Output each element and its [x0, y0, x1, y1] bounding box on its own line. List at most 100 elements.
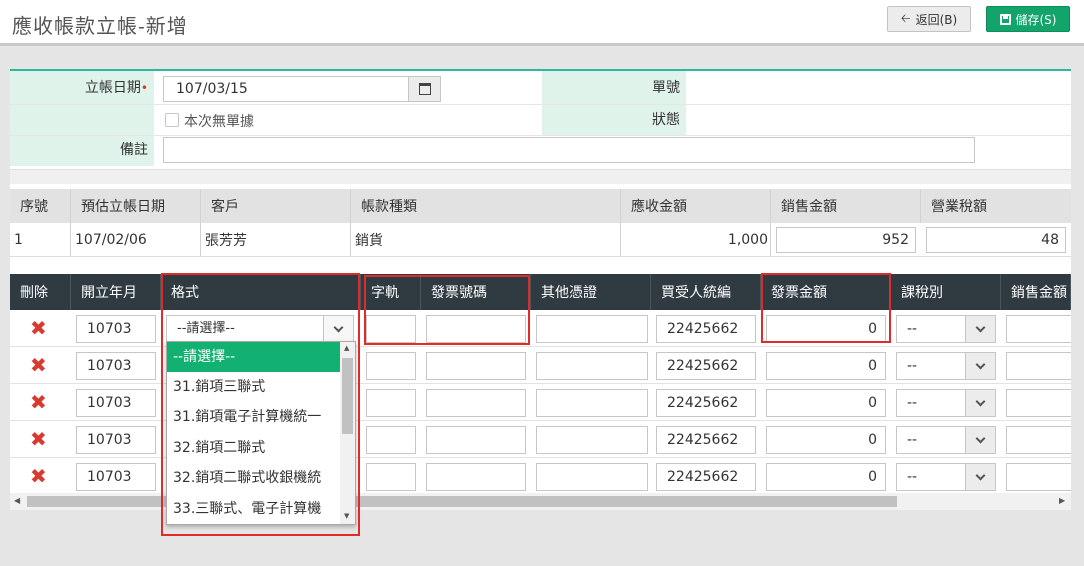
tax-type-toggle[interactable] [965, 390, 995, 416]
invoice-amount-input[interactable]: 0 [766, 352, 886, 380]
other-voucher-input[interactable] [536, 315, 648, 343]
no-doc-checkbox-label: 本次無單據 [184, 114, 254, 130]
tax-type-value: -- [907, 395, 918, 411]
tax-type-select[interactable]: -- [896, 463, 996, 491]
tax-type-toggle[interactable] [965, 353, 995, 379]
other-voucher-input[interactable] [536, 426, 648, 454]
page-title: 應收帳款立帳-新增 [12, 14, 188, 38]
track-input[interactable] [366, 389, 416, 417]
sales-amount-input[interactable] [1006, 463, 1071, 491]
col-other-voucher: 其他憑證 [531, 274, 651, 310]
col-track: 字軌 [361, 274, 421, 310]
delete-icon[interactable]: ✖ [30, 392, 47, 412]
delete-icon[interactable]: ✖ [30, 429, 47, 449]
col-month: 開立年月 [71, 274, 161, 310]
date-field[interactable]: 107/03/15 [163, 76, 441, 102]
date-label: 立帳日期 [84, 80, 141, 96]
invoice-no-input[interactable] [426, 352, 526, 380]
track-input[interactable] [366, 463, 416, 491]
delete-icon[interactable]: ✖ [30, 318, 47, 338]
dropdown-option[interactable]: --請選擇-- [167, 342, 341, 372]
dropdown-option[interactable]: 31.銷項電子計算機統一 [167, 402, 341, 432]
dropdown-scrollbar[interactable]: ▲ ▼ [340, 342, 355, 524]
track-input[interactable] [366, 352, 416, 380]
format-select-toggle[interactable] [323, 316, 353, 342]
no-doc-checkbox[interactable] [165, 113, 179, 127]
scroll-up-icon[interactable]: ▲ [344, 344, 349, 352]
sales-amount-input[interactable] [1006, 389, 1071, 417]
dropdown-option[interactable]: 32.銷項二聯式收銀機統 [167, 463, 341, 493]
invoice-amount-input[interactable]: 0 [766, 463, 886, 491]
chevron-down-icon [975, 470, 986, 480]
dropdown-scrollbar-thumb[interactable] [342, 358, 353, 434]
month-input[interactable]: 10703 [76, 463, 156, 491]
tax-type-select[interactable]: -- [896, 426, 996, 454]
summary-row: 1 107/02/06 張芳芳 銷貨 1,000 952 48 [10, 223, 1071, 257]
invoice-no-input[interactable] [426, 463, 526, 491]
col-delete: 刪除 [10, 274, 71, 310]
scroll-left-icon[interactable]: ◀ [14, 496, 20, 505]
tax-type-toggle[interactable] [965, 427, 995, 453]
top-bar: 應收帳款立帳-新增 🡠 返回(B) 儲存(S) [0, 0, 1084, 46]
save-button-label: 儲存(S) [1015, 12, 1057, 27]
scrollbar-thumb[interactable] [27, 496, 897, 507]
month-input[interactable]: 10703 [76, 352, 156, 380]
other-voucher-input[interactable] [536, 463, 648, 491]
format-select[interactable]: --請選擇-- [166, 315, 354, 343]
sales-amount-input[interactable] [1006, 426, 1071, 454]
form-divider [10, 104, 1071, 105]
tax-type-select[interactable]: -- [896, 389, 996, 417]
buyer-id-input[interactable]: 22425662 [656, 352, 756, 380]
tax-type-toggle[interactable] [965, 464, 995, 490]
other-voucher-input[interactable] [536, 389, 648, 417]
invoice-amount-input[interactable]: 0 [766, 389, 886, 417]
sales-amount-input[interactable]: 952 [776, 227, 916, 253]
sales-amount-input[interactable] [1006, 315, 1071, 343]
required-mark: • [140, 81, 148, 95]
memo-field[interactable] [163, 137, 975, 163]
form-divider [10, 135, 1071, 136]
tax-type-select[interactable]: -- [896, 352, 996, 380]
back-button-label: 返回(B) [915, 12, 958, 27]
buyer-id-input[interactable]: 22425662 [656, 426, 756, 454]
other-voucher-input[interactable] [536, 352, 648, 380]
delete-icon[interactable]: ✖ [30, 355, 47, 375]
track-input[interactable] [366, 426, 416, 454]
month-input[interactable]: 10703 [76, 389, 156, 417]
save-button[interactable]: 儲存(S) [986, 6, 1070, 32]
date-label-cell: 立帳日期• [10, 71, 154, 105]
tax-type-select[interactable]: -- [896, 315, 996, 343]
buyer-id-input[interactable]: 22425662 [656, 315, 756, 343]
scroll-down-icon[interactable]: ▼ [344, 512, 349, 520]
track-input[interactable] [366, 315, 416, 343]
floppy-disk-icon [999, 13, 1011, 25]
tax-type-toggle[interactable] [965, 316, 995, 342]
col-tax-type: 課稅別 [891, 274, 1001, 310]
format-dropdown-list: --請選擇-- 31.銷項三聯式 31.銷項電子計算機統一 32.銷項二聯式 3… [166, 341, 356, 525]
est-date-cell: 107/02/06 [71, 223, 201, 256]
delete-icon[interactable]: ✖ [30, 466, 47, 486]
buyer-id-input[interactable]: 22425662 [656, 389, 756, 417]
dropdown-option[interactable]: 31.銷項三聯式 [167, 372, 341, 402]
month-input[interactable]: 10703 [76, 315, 156, 343]
dropdown-option[interactable]: 33.三聯式、電子計算機 [167, 494, 341, 524]
scroll-right-icon[interactable]: ▶ [1059, 496, 1065, 505]
sales-amount-input[interactable] [1006, 352, 1071, 380]
invoice-amount-input[interactable]: 0 [766, 426, 886, 454]
invoice-amount-input[interactable]: 0 [766, 315, 886, 343]
tax-amount-input[interactable]: 48 [926, 227, 1066, 253]
invoice-no-input[interactable] [426, 389, 526, 417]
tax-type-value: -- [907, 432, 918, 448]
invoice-no-input[interactable] [426, 315, 526, 343]
col-receivable: 應收金額 [621, 189, 771, 223]
calendar-button[interactable] [408, 77, 440, 101]
blank-label-cell [10, 105, 154, 135]
invoice-no-input[interactable] [426, 426, 526, 454]
dropdown-option[interactable]: 32.銷項二聯式 [167, 433, 341, 463]
month-input[interactable]: 10703 [76, 426, 156, 454]
status-label-cell: 狀態 [542, 105, 686, 135]
back-button[interactable]: 🡠 返回(B) [887, 6, 971, 32]
receivable-cell: 1,000 [621, 223, 771, 256]
memo-label-cell: 備註 [10, 135, 154, 166]
buyer-id-input[interactable]: 22425662 [656, 463, 756, 491]
